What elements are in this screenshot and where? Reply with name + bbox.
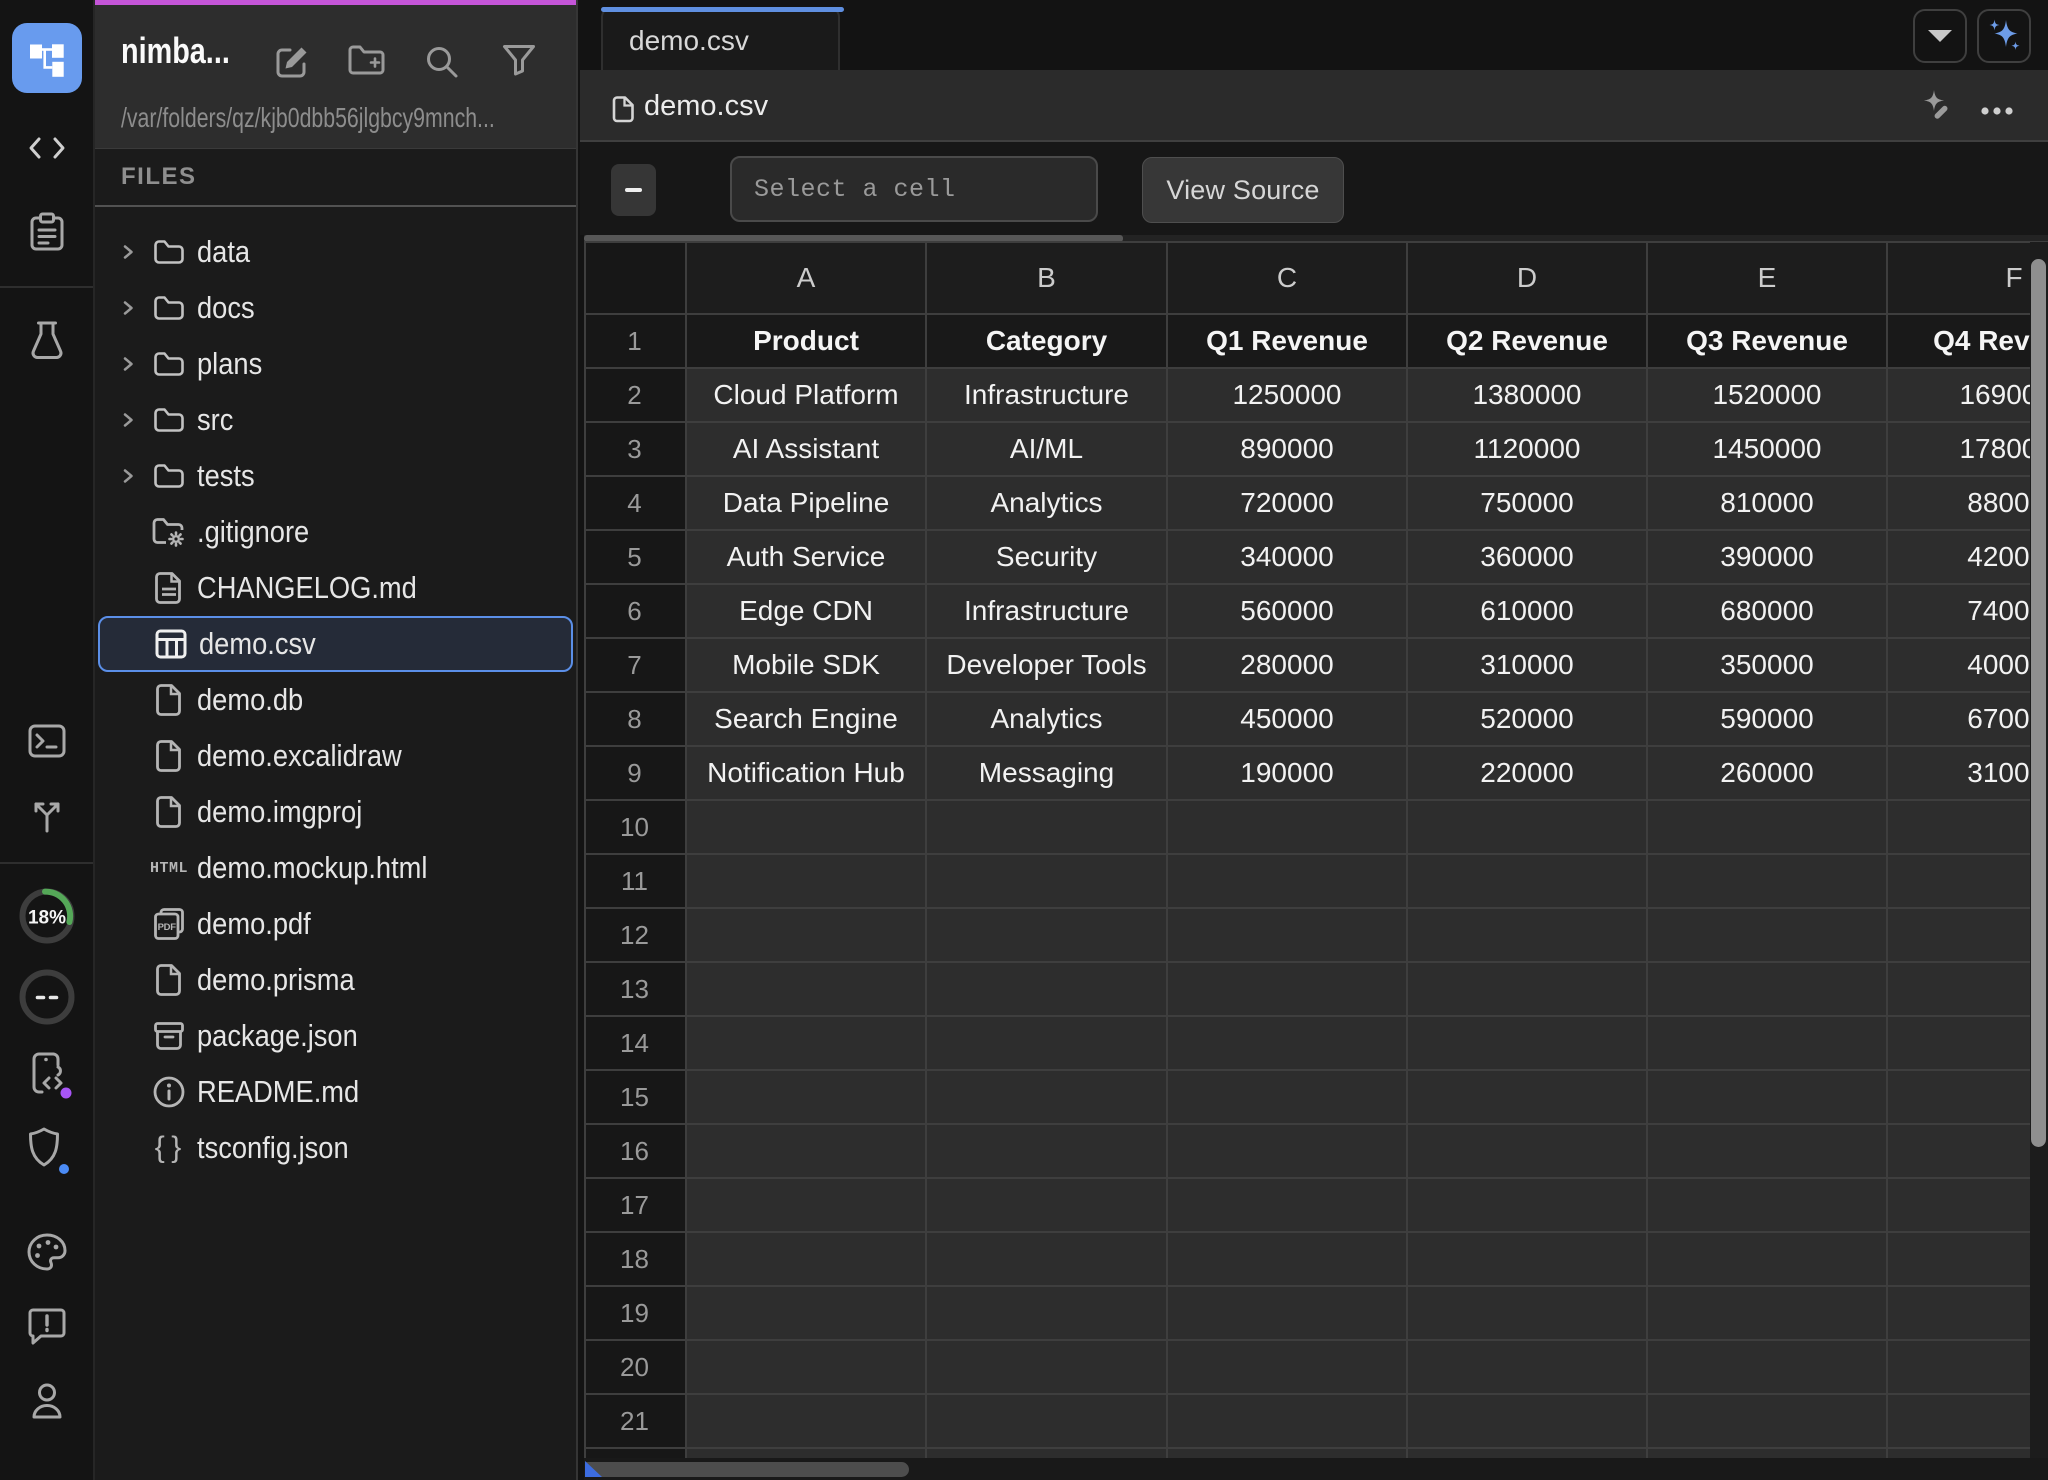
svg-text:18%: 18% (27, 908, 65, 929)
svg-text:PDF: PDF (158, 922, 177, 933)
